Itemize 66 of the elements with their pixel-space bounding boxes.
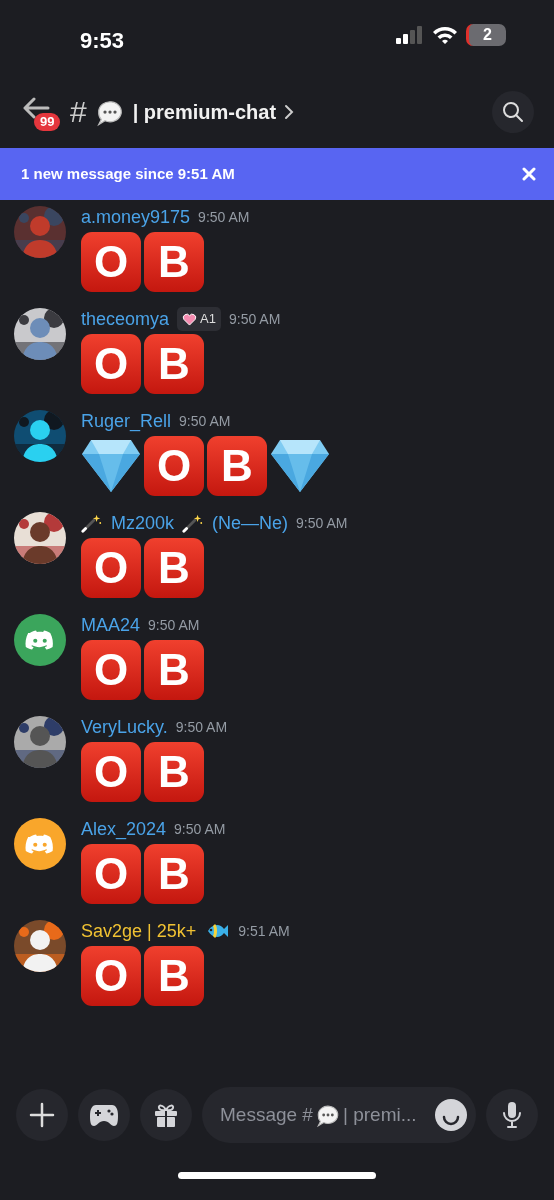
channel-hash: # xyxy=(70,96,87,127)
gamepad-icon xyxy=(89,1102,119,1128)
letter-emoji: B xyxy=(144,742,204,802)
tag-label: A1 xyxy=(200,310,216,329)
letter-emoji: O xyxy=(81,844,141,904)
letter-emoji: O xyxy=(81,742,141,802)
timestamp: 9:50 AM xyxy=(296,513,348,533)
discord-logo-icon xyxy=(25,628,55,652)
chevron-right-icon[interactable] xyxy=(284,103,295,120)
heart-icon xyxy=(182,312,198,326)
avatar[interactable] xyxy=(14,614,66,666)
signal-icon xyxy=(396,26,424,44)
gift-icon xyxy=(153,1102,179,1128)
username[interactable]: Sav2ge | 25k+ xyxy=(81,917,197,945)
letter-emoji: O xyxy=(81,232,141,292)
discord-logo-icon xyxy=(25,832,55,856)
letter-emoji: O xyxy=(81,946,141,1006)
letter-emoji: O xyxy=(81,640,141,700)
gamepad-button[interactable] xyxy=(78,1089,130,1141)
status-time: 9:53 xyxy=(80,27,125,55)
placeholder-text: Message # xyxy=(220,1102,313,1127)
letter-emoji: B xyxy=(144,538,204,598)
timestamp: 9:50 AM xyxy=(148,615,200,635)
timestamp: 9:50 AM xyxy=(179,411,231,431)
search-button[interactable] xyxy=(492,90,534,133)
avatar[interactable] xyxy=(14,818,66,870)
battery-level: 2 xyxy=(466,24,506,46)
letter-emoji: B xyxy=(144,640,204,700)
plus-icon xyxy=(29,1102,55,1128)
timestamp: 9:50 AM xyxy=(228,309,281,329)
add-button[interactable] xyxy=(16,1089,68,1141)
timestamp: 9:51 AM xyxy=(238,921,290,941)
wifi-icon xyxy=(432,26,458,44)
speech-bubble-icon xyxy=(314,1102,341,1128)
timestamp: 9:50 AM xyxy=(175,717,228,737)
microphone-button[interactable] xyxy=(486,1089,538,1141)
username[interactable]: (Ne—Ne) xyxy=(212,509,289,537)
placeholder-text: | premi... xyxy=(342,1102,417,1127)
microphone-icon xyxy=(501,1101,523,1129)
timestamp: 9:50 AM xyxy=(174,819,226,839)
magic-wand-icon xyxy=(81,512,103,534)
message-input-field[interactable]: Message # | premi... xyxy=(202,1087,476,1143)
magic-wand-icon xyxy=(182,512,205,534)
letter-emoji: B xyxy=(144,844,204,904)
letter-emoji: B xyxy=(144,334,204,394)
close-button[interactable] xyxy=(522,167,536,181)
username[interactable]: MAA24 xyxy=(81,611,141,639)
channel-name[interactable]: | premium-chat xyxy=(132,96,277,127)
letter-emoji: O xyxy=(81,334,141,394)
emoji-icon[interactable] xyxy=(434,1098,468,1132)
new-messages-notice[interactable]: 1 new message since 9:51 AM xyxy=(21,162,235,186)
letter-emoji: O xyxy=(81,538,141,598)
letter-emoji: B xyxy=(144,232,204,292)
username[interactable]: VeryLucky. xyxy=(81,713,168,741)
timestamp: 9:50 AM xyxy=(198,207,250,227)
unread-count-badge: 99 xyxy=(34,112,61,131)
search-icon xyxy=(502,100,524,123)
letter-emoji: O xyxy=(144,436,204,496)
username[interactable]: Mz200k xyxy=(111,509,175,537)
username[interactable]: a.money9175 xyxy=(81,203,191,231)
letter-emoji: B xyxy=(207,436,267,496)
username[interactable]: Ruger_Rell xyxy=(81,407,172,435)
gift-button[interactable] xyxy=(140,1089,192,1141)
letter-emoji: B xyxy=(144,946,204,1006)
username[interactable]: theceomya xyxy=(81,305,170,333)
username[interactable]: Alex_2024 xyxy=(81,815,167,843)
